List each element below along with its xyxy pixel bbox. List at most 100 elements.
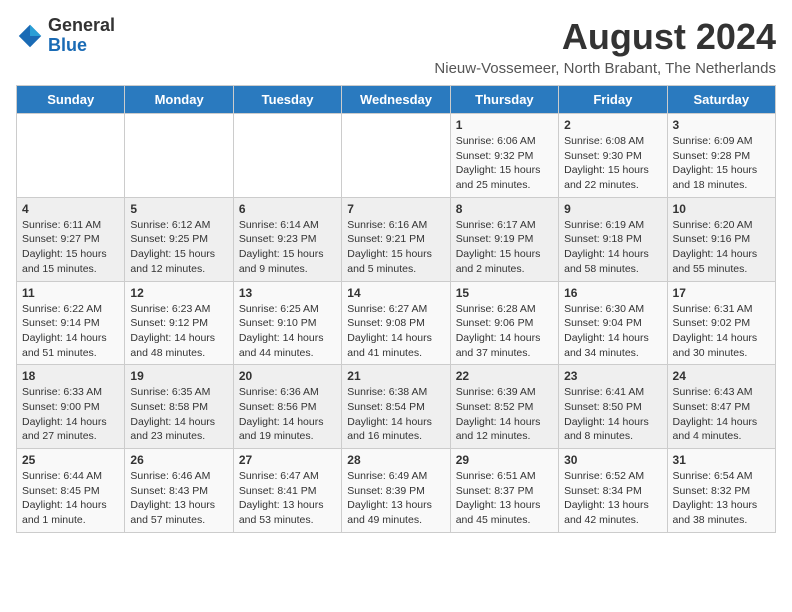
day-cell: 3 Sunrise: 6:09 AM Sunset: 9:28 PM Daylig… <box>667 114 775 198</box>
title-block: August 2024 Nieuw-Vossemeer, North Braba… <box>434 16 776 77</box>
weekday-header-row: SundayMondayTuesdayWednesdayThursdayFrid… <box>17 86 776 114</box>
logo: General Blue <box>16 16 115 56</box>
day-number: 12 <box>130 286 227 300</box>
weekday-header-sunday: Sunday <box>17 86 125 114</box>
day-cell: 24Sunrise: 6:43 AM Sunset: 8:47 PM Dayli… <box>667 365 775 449</box>
day-number: 26 <box>130 453 227 467</box>
day-info: Sunrise: 6:49 AM Sunset: 8:39 PM Dayligh… <box>347 469 444 528</box>
day-info: Sunrise: 6:33 AM Sunset: 9:00 PM Dayligh… <box>22 385 119 444</box>
logo-blue: Blue <box>48 35 87 55</box>
day-number: 21 <box>347 369 444 383</box>
day-number: 23 <box>564 369 661 383</box>
day-cell <box>17 114 125 198</box>
day-number: 29 <box>456 453 553 467</box>
day-number: 8 <box>456 202 553 216</box>
day-number: 30 <box>564 453 661 467</box>
day-info: Sunrise: 6:46 AM Sunset: 8:43 PM Dayligh… <box>130 469 227 528</box>
day-number: 18 <box>22 369 119 383</box>
day-cell: 17 Sunrise: 6:31 AM Sunset: 9:02 PM Dayli… <box>667 281 775 365</box>
day-info: Sunrise: 6:19 AM Sunset: 9:18 PM Dayligh… <box>564 218 661 277</box>
day-info: Sunrise: 6:06 AM Sunset: 9:32 PM Dayligh… <box>456 134 553 193</box>
day-cell: 22Sunrise: 6:39 AM Sunset: 8:52 PM Dayli… <box>450 365 558 449</box>
month-year: August 2024 <box>434 16 776 58</box>
page-header: General Blue August 2024 Nieuw-Vossemeer… <box>16 16 776 77</box>
week-row-5: 25 Sunrise: 6:44 AM Sunset: 8:45 PM Dayli… <box>17 449 776 533</box>
day-info: Sunrise: 6:08 AM Sunset: 9:30 PM Dayligh… <box>564 134 661 193</box>
day-cell: 31 Sunrise: 6:54 AM Sunset: 8:32 PM Dayli… <box>667 449 775 533</box>
day-info: Sunrise: 6:22 AM Sunset: 9:14 PM Dayligh… <box>22 302 119 361</box>
week-row-1: 1 Sunrise: 6:06 AM Sunset: 9:32 PM Daylig… <box>17 114 776 198</box>
day-number: 4 <box>22 202 119 216</box>
day-cell: 2Sunrise: 6:08 AM Sunset: 9:30 PM Daylig… <box>559 114 667 198</box>
day-number: 10 <box>673 202 770 216</box>
day-cell: 11 Sunrise: 6:22 AM Sunset: 9:14 PM Dayli… <box>17 281 125 365</box>
day-info: Sunrise: 6:17 AM Sunset: 9:19 PM Dayligh… <box>456 218 553 277</box>
day-cell: 13 Sunrise: 6:25 AM Sunset: 9:10 PM Dayli… <box>233 281 341 365</box>
day-cell: 9 Sunrise: 6:19 AM Sunset: 9:18 PM Daylig… <box>559 197 667 281</box>
day-info: Sunrise: 6:35 AM Sunset: 8:58 PM Dayligh… <box>130 385 227 444</box>
weekday-header-monday: Monday <box>125 86 233 114</box>
day-info: Sunrise: 6:20 AM Sunset: 9:16 PM Dayligh… <box>673 218 770 277</box>
day-info: Sunrise: 6:36 AM Sunset: 8:56 PM Dayligh… <box>239 385 336 444</box>
day-cell: 19 Sunrise: 6:35 AM Sunset: 8:58 PM Dayli… <box>125 365 233 449</box>
day-cell: 10 Sunrise: 6:20 AM Sunset: 9:16 PM Dayli… <box>667 197 775 281</box>
day-number: 3 <box>673 118 770 132</box>
day-number: 17 <box>673 286 770 300</box>
day-info: Sunrise: 6:51 AM Sunset: 8:37 PM Dayligh… <box>456 469 553 528</box>
day-info: Sunrise: 6:38 AM Sunset: 8:54 PM Dayligh… <box>347 385 444 444</box>
calendar-table: SundayMondayTuesdayWednesdayThursdayFrid… <box>16 85 776 533</box>
day-number: 27 <box>239 453 336 467</box>
day-info: Sunrise: 6:47 AM Sunset: 8:41 PM Dayligh… <box>239 469 336 528</box>
day-cell: 26 Sunrise: 6:46 AM Sunset: 8:43 PM Dayli… <box>125 449 233 533</box>
day-info: Sunrise: 6:44 AM Sunset: 8:45 PM Dayligh… <box>22 469 119 528</box>
day-number: 31 <box>673 453 770 467</box>
day-cell: 27 Sunrise: 6:47 AM Sunset: 8:41 PM Dayli… <box>233 449 341 533</box>
day-info: Sunrise: 6:11 AM Sunset: 9:27 PM Dayligh… <box>22 218 119 277</box>
day-number: 25 <box>22 453 119 467</box>
day-cell: 29 Sunrise: 6:51 AM Sunset: 8:37 PM Dayli… <box>450 449 558 533</box>
day-cell: 18 Sunrise: 6:33 AM Sunset: 9:00 PM Dayli… <box>17 365 125 449</box>
day-info: Sunrise: 6:28 AM Sunset: 9:06 PM Dayligh… <box>456 302 553 361</box>
day-info: Sunrise: 6:31 AM Sunset: 9:02 PM Dayligh… <box>673 302 770 361</box>
day-number: 9 <box>564 202 661 216</box>
day-info: Sunrise: 6:54 AM Sunset: 8:32 PM Dayligh… <box>673 469 770 528</box>
day-cell: 8 Sunrise: 6:17 AM Sunset: 9:19 PM Daylig… <box>450 197 558 281</box>
day-cell: 30 Sunrise: 6:52 AM Sunset: 8:34 PM Dayli… <box>559 449 667 533</box>
day-cell: 7 Sunrise: 6:16 AM Sunset: 9:21 PM Daylig… <box>342 197 450 281</box>
weekday-header-wednesday: Wednesday <box>342 86 450 114</box>
day-number: 14 <box>347 286 444 300</box>
day-cell: 21 Sunrise: 6:38 AM Sunset: 8:54 PM Dayli… <box>342 365 450 449</box>
day-info: Sunrise: 6:23 AM Sunset: 9:12 PM Dayligh… <box>130 302 227 361</box>
day-info: Sunrise: 6:16 AM Sunset: 9:21 PM Dayligh… <box>347 218 444 277</box>
day-cell <box>342 114 450 198</box>
week-row-3: 11 Sunrise: 6:22 AM Sunset: 9:14 PM Dayli… <box>17 281 776 365</box>
day-number: 7 <box>347 202 444 216</box>
day-cell: 23 Sunrise: 6:41 AM Sunset: 8:50 PM Dayli… <box>559 365 667 449</box>
day-info: Sunrise: 6:25 AM Sunset: 9:10 PM Dayligh… <box>239 302 336 361</box>
day-cell: 6Sunrise: 6:14 AM Sunset: 9:23 PM Daylig… <box>233 197 341 281</box>
day-number: 11 <box>22 286 119 300</box>
day-cell <box>233 114 341 198</box>
day-cell <box>125 114 233 198</box>
weekday-header-friday: Friday <box>559 86 667 114</box>
week-row-2: 4 Sunrise: 6:11 AM Sunset: 9:27 PM Daylig… <box>17 197 776 281</box>
day-info: Sunrise: 6:41 AM Sunset: 8:50 PM Dayligh… <box>564 385 661 444</box>
day-cell: 12 Sunrise: 6:23 AM Sunset: 9:12 PM Dayli… <box>125 281 233 365</box>
week-row-4: 18 Sunrise: 6:33 AM Sunset: 9:00 PM Dayli… <box>17 365 776 449</box>
day-number: 1 <box>456 118 553 132</box>
location: Nieuw-Vossemeer, North Brabant, The Neth… <box>434 60 776 77</box>
day-number: 19 <box>130 369 227 383</box>
day-number: 16 <box>564 286 661 300</box>
logo-general: General <box>48 15 115 35</box>
day-cell: 5 Sunrise: 6:12 AM Sunset: 9:25 PM Daylig… <box>125 197 233 281</box>
day-info: Sunrise: 6:30 AM Sunset: 9:04 PM Dayligh… <box>564 302 661 361</box>
day-info: Sunrise: 6:12 AM Sunset: 9:25 PM Dayligh… <box>130 218 227 277</box>
day-info: Sunrise: 6:09 AM Sunset: 9:28 PM Dayligh… <box>673 134 770 193</box>
weekday-header-saturday: Saturday <box>667 86 775 114</box>
day-info: Sunrise: 6:52 AM Sunset: 8:34 PM Dayligh… <box>564 469 661 528</box>
day-number: 13 <box>239 286 336 300</box>
day-number: 24 <box>673 369 770 383</box>
day-info: Sunrise: 6:27 AM Sunset: 9:08 PM Dayligh… <box>347 302 444 361</box>
day-number: 5 <box>130 202 227 216</box>
day-info: Sunrise: 6:39 AM Sunset: 8:52 PM Dayligh… <box>456 385 553 444</box>
